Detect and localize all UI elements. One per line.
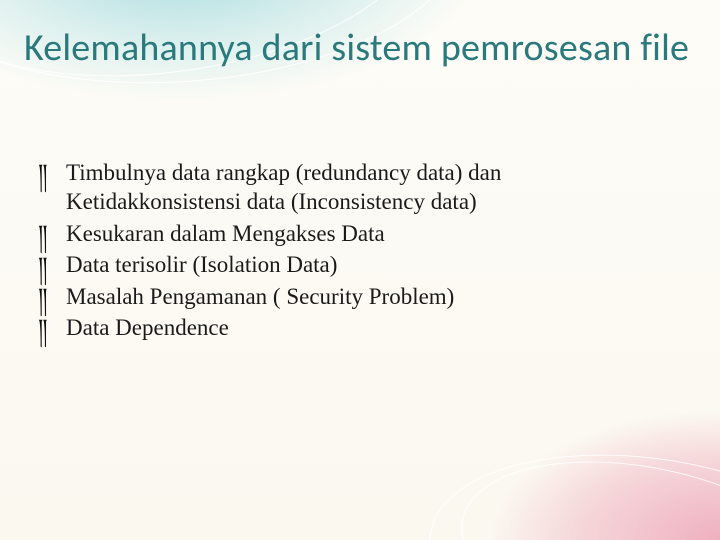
list-item: ༎ Masalah Pengamanan ( Security Problem) [38,282,660,311]
bullet-icon: ༎ [38,220,48,251]
list-item-text: Masalah Pengamanan ( Security Problem) [66,284,454,309]
list-item: ༎ Kesukaran dalam Mengakses Data [38,219,660,248]
bullet-icon: ༎ [38,159,48,190]
decorative-swirl [443,430,720,540]
list-item-text: Kesukaran dalam Mengakses Data [66,221,385,246]
slide-title: Kelemahannya dari sistem pemrosesan file [24,28,690,69]
list-item-text: Data Dependence [66,315,229,340]
list-item-text: Data terisolir (Isolation Data) [66,252,337,277]
bullet-icon: ༎ [38,314,48,345]
bullet-icon: ༎ [38,283,48,314]
bullet-list: ༎ Timbulnya data rangkap (redundancy dat… [38,158,660,345]
list-item-text: Timbulnya data rangkap (redundancy data)… [66,160,501,214]
list-item: ༎ Timbulnya data rangkap (redundancy dat… [38,158,660,217]
decorative-swirl [415,428,720,540]
slide: Kelemahannya dari sistem pemrosesan file… [0,0,720,540]
list-item: ༎ Data terisolir (Isolation Data) [38,250,660,279]
list-item: ༎ Data Dependence [38,313,660,342]
bullet-icon: ༎ [38,252,48,283]
